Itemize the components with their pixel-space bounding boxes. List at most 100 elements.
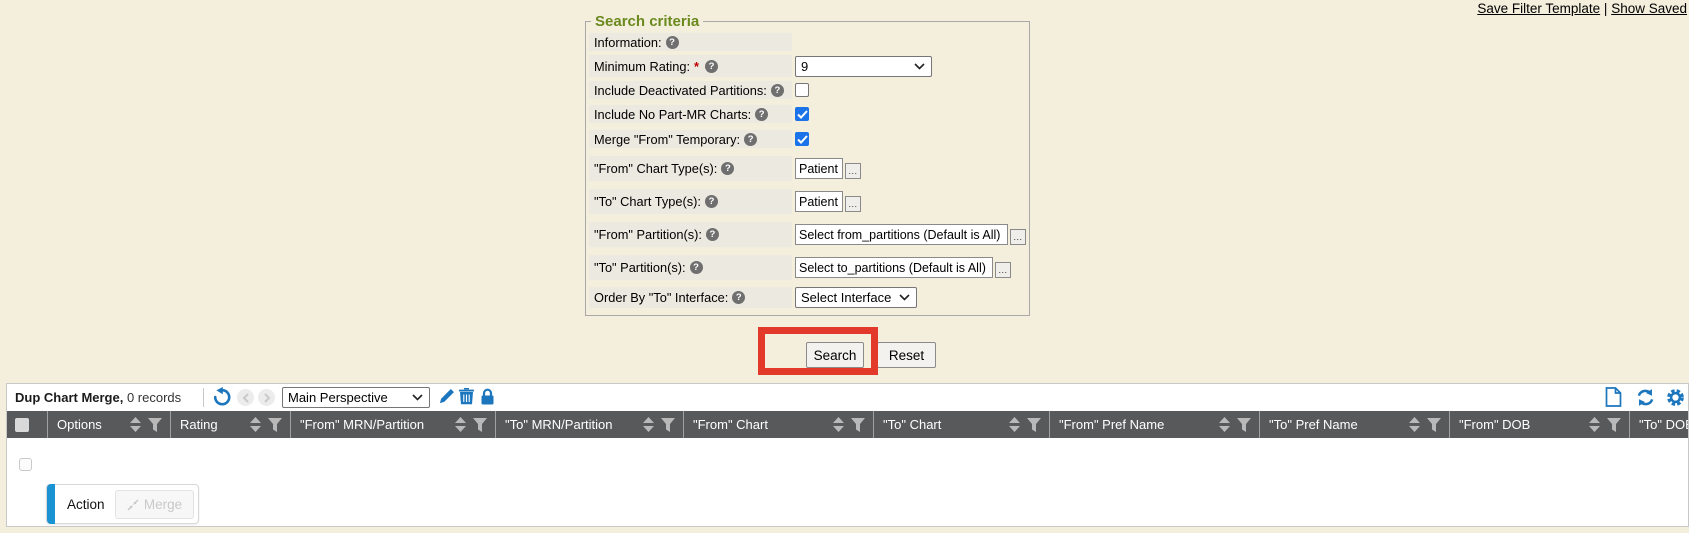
reset-button[interactable]: Reset (877, 342, 936, 368)
filter-icon[interactable] (1027, 418, 1041, 432)
filter-icon[interactable] (473, 418, 487, 432)
sort-icon[interactable] (1409, 417, 1420, 432)
criteria-label-include-no-part-mr-charts: Include No Part-MR Charts:? (589, 105, 792, 123)
sort-icon[interactable] (833, 417, 844, 432)
link-separator: | (1604, 1, 1608, 16)
help-icon[interactable]: ? (755, 108, 768, 121)
search-criteria-fieldset: Search criteria Information:?Minimum Rat… (585, 13, 1030, 316)
column-label: "To" DOB (1639, 417, 1688, 432)
help-icon[interactable]: ? (744, 133, 757, 146)
sort-icon[interactable] (455, 417, 466, 432)
criteria-row-include-deactivated-partitions: Include Deactivated Partitions:? (589, 81, 1026, 99)
column-label: "To" Pref Name (1269, 417, 1358, 432)
column-label: "From" Chart (693, 417, 768, 432)
to-partitions-picker-button[interactable]: ... (995, 262, 1011, 278)
criteria-label-to-chart-types: "To" Chart Type(s):? (589, 189, 792, 214)
help-icon[interactable]: ? (721, 162, 734, 175)
column-header-rating[interactable]: Rating (170, 411, 290, 438)
include-no-part-mr-charts-checkbox[interactable] (795, 107, 809, 121)
perspective-select[interactable]: Main Perspective (282, 387, 430, 408)
chevron-down-icon (899, 294, 910, 301)
from-partitions-picker-button[interactable]: ... (1010, 229, 1026, 245)
sort-icon[interactable] (643, 417, 654, 432)
from-partitions-input[interactable]: Select from_partitions (Default is All) (795, 224, 1008, 245)
delete-trash-icon[interactable] (459, 388, 474, 405)
column-header-from-dob[interactable]: "From" DOB (1449, 411, 1629, 438)
grid-header-row: Options Rating "From" MRN/Partition "To" MR… (7, 411, 1688, 438)
refresh-icon[interactable] (1636, 388, 1655, 407)
edit-pencil-icon[interactable] (438, 388, 455, 405)
lock-icon[interactable] (480, 388, 495, 405)
criteria-label-include-deactivated-partitions: Include Deactivated Partitions:? (589, 81, 792, 99)
gear-icon[interactable] (1666, 388, 1685, 407)
sort-icon[interactable] (1589, 417, 1600, 432)
sort-icon[interactable] (130, 417, 141, 432)
column-label: "To" MRN/Partition (505, 417, 612, 432)
column-header-from-chart[interactable]: "From" Chart (683, 411, 873, 438)
help-icon[interactable]: ? (690, 261, 703, 274)
filter-icon[interactable] (1237, 418, 1251, 432)
column-header-from-pref-name[interactable]: "From" Pref Name (1049, 411, 1259, 438)
action-card: Action Merge (46, 484, 199, 524)
to-chart-types-input[interactable]: Patient (795, 191, 843, 212)
criteria-label-order-by-to-interface: Order By "To" Interface:? (589, 287, 792, 308)
merge-from-temporary-checkbox[interactable] (795, 132, 809, 146)
undo-icon[interactable] (212, 387, 232, 407)
required-asterisk: * (694, 59, 699, 74)
help-icon[interactable]: ? (771, 84, 784, 97)
order-by-to-interface-select[interactable]: Select Interface (795, 287, 917, 308)
previous-icon[interactable] (237, 389, 254, 406)
search-button[interactable]: Search (806, 342, 864, 368)
filter-icon[interactable] (1427, 418, 1441, 432)
column-label: Rating (180, 417, 218, 432)
sort-icon[interactable] (250, 417, 261, 432)
minimum-rating-select[interactable]: 9 (795, 56, 932, 77)
column-label: Options (57, 417, 102, 432)
criteria-label-from-partitions: "From" Partition(s):? (589, 222, 792, 247)
filter-icon[interactable] (1607, 418, 1621, 432)
column-header-to-chart[interactable]: "To" Chart (873, 411, 1049, 438)
grid-toolbar: Dup Chart Merge, 0 records Main Perspect… (7, 384, 1688, 411)
action-label: Action (67, 485, 105, 523)
show-saved-link[interactable]: Show Saved (1611, 1, 1687, 16)
sort-icon[interactable] (1009, 417, 1020, 432)
filter-icon[interactable] (148, 418, 162, 432)
to-chart-types-picker-button[interactable]: ... (845, 196, 861, 212)
order-by-to-interface-value: Select Interface (801, 290, 891, 305)
column-header-to-dob[interactable]: "To" DOB (1629, 411, 1688, 438)
checkmark-icon (797, 110, 808, 119)
merge-button[interactable]: Merge (115, 490, 194, 519)
merge-button-label: Merge (144, 497, 182, 512)
column-header-options[interactable]: Options (47, 411, 170, 438)
chevron-down-icon (914, 63, 925, 70)
new-document-icon[interactable] (1605, 387, 1622, 407)
help-icon[interactable]: ? (732, 291, 745, 304)
criteria-label-minimum-rating: Minimum Rating:*? (589, 55, 792, 77)
select-all-checkbox[interactable] (15, 418, 29, 432)
empty-row-checkbox[interactable] (19, 458, 32, 471)
column-label: "From" DOB (1459, 417, 1530, 432)
criteria-row-to-chart-types: "To" Chart Type(s):?Patient... (589, 189, 1026, 214)
column-header-from-mrn-partition[interactable]: "From" MRN/Partition (290, 411, 495, 438)
grid-title: Dup Chart Merge, 0 records (15, 390, 181, 405)
help-icon[interactable]: ? (705, 195, 718, 208)
include-deactivated-partitions-checkbox[interactable] (795, 83, 809, 97)
column-header-to-mrn-partition[interactable]: "To" MRN/Partition (495, 411, 683, 438)
help-icon[interactable]: ? (705, 60, 718, 73)
sort-icon[interactable] (1219, 417, 1230, 432)
next-icon[interactable] (258, 389, 275, 406)
criteria-row-merge-from-temporary: Merge "From" Temporary:? (589, 130, 1026, 148)
filter-icon[interactable] (851, 418, 865, 432)
from-chart-types-picker-button[interactable]: ... (845, 163, 861, 179)
help-icon[interactable]: ? (706, 228, 719, 241)
help-icon[interactable]: ? (666, 36, 679, 49)
dup-chart-merge-grid-panel: Dup Chart Merge, 0 records Main Perspect… (6, 383, 1689, 527)
from-chart-types-input[interactable]: Patient (795, 158, 843, 179)
filter-icon[interactable] (268, 418, 282, 432)
to-partitions-input[interactable]: Select to_partitions (Default is All) (795, 257, 993, 278)
filter-icon[interactable] (661, 418, 675, 432)
criteria-row-to-partitions: "To" Partition(s):?Select to_partitions … (589, 255, 1026, 280)
save-filter-template-link[interactable]: Save Filter Template (1477, 1, 1600, 16)
column-header-to-pref-name[interactable]: "To" Pref Name (1259, 411, 1449, 438)
grid-title-text: Dup Chart Merge, (15, 390, 123, 405)
